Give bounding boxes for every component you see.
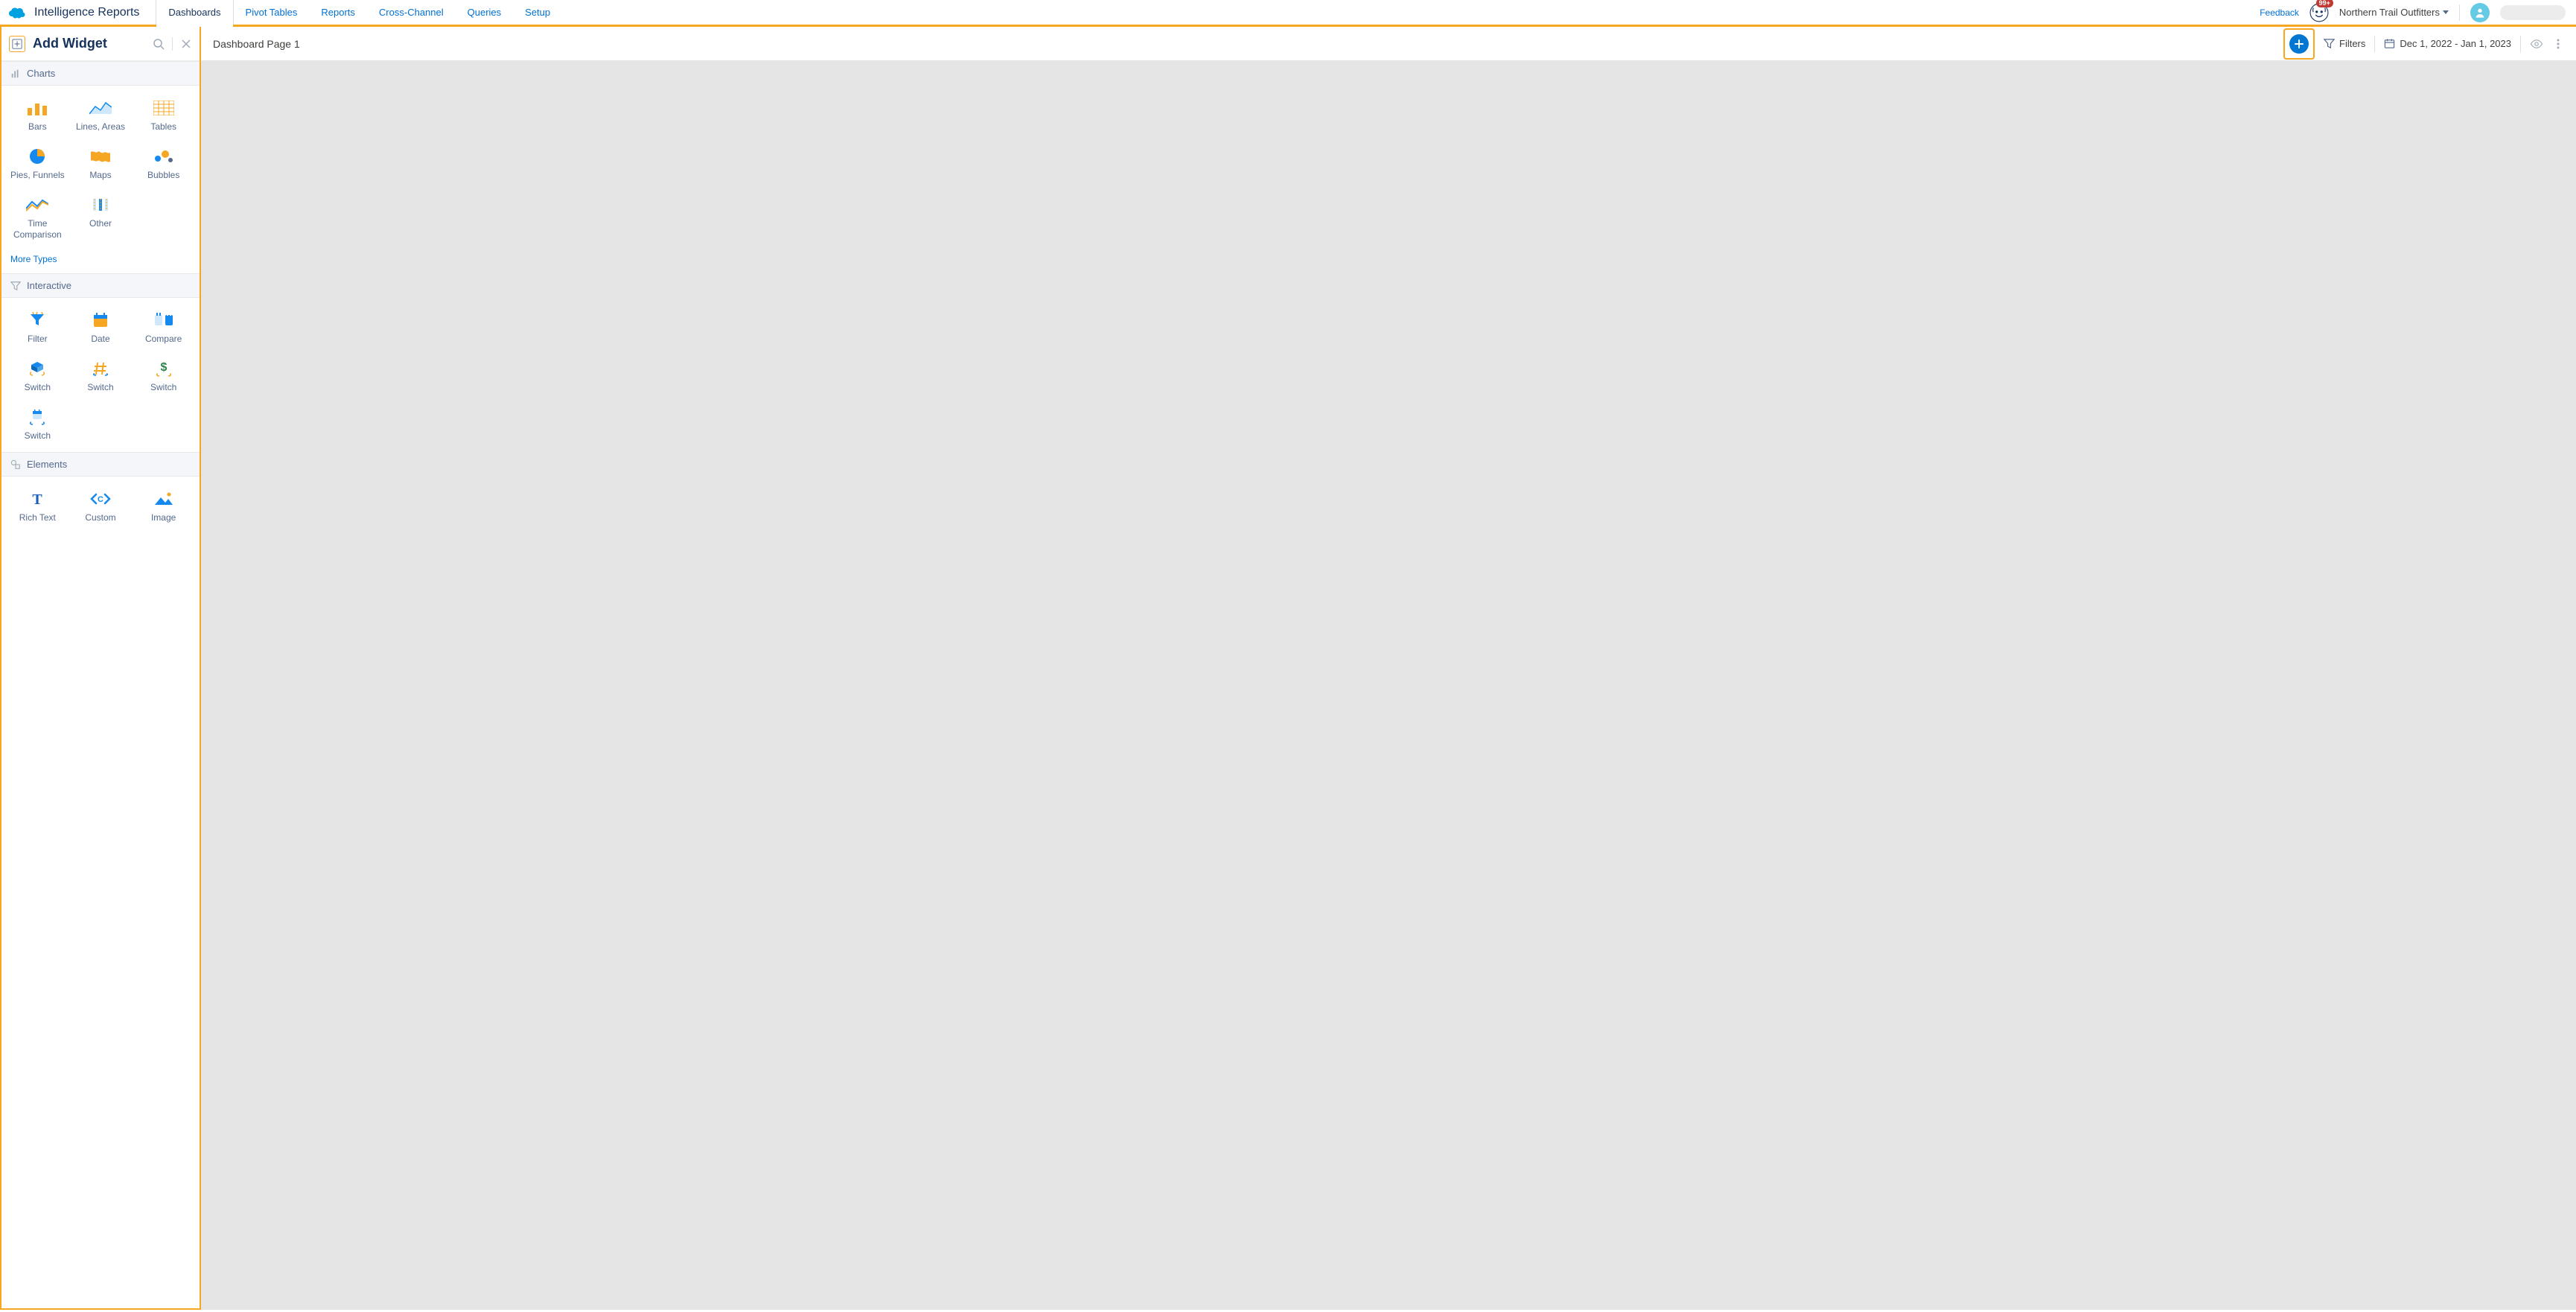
search-icon[interactable] [153,38,165,50]
filters-button[interactable]: Filters [2324,38,2365,49]
calendar-icon [92,312,109,328]
add-widget-icon [9,36,25,52]
date-range-button[interactable]: Dec 1, 2022 - Jan 1, 2023 [2384,38,2511,49]
tab-setup[interactable]: Setup [513,0,562,25]
svg-text:$: $ [160,361,167,374]
app-brand: Intelligence Reports [4,6,147,19]
calendar-icon [2384,38,2395,49]
shapes-icon [10,459,21,470]
bars-icon [26,101,48,115]
plus-icon [2294,39,2304,49]
add-widget-sidebar: Add Widget Charts Bars Lines, Areas Tabl… [0,27,201,1310]
interactive-grid: Filter Date Compare Switch Switch $ Swit… [1,298,200,452]
widget-date[interactable]: Date [69,305,133,351]
tab-cross-channel[interactable]: Cross-Channel [367,0,456,25]
pie-chart-icon [28,147,46,165]
widget-bubbles[interactable]: Bubbles [132,141,195,187]
tab-queries[interactable]: Queries [456,0,514,25]
widget-tables[interactable]: Tables [132,93,195,138]
time-compare-icon [26,197,48,212]
svg-text:C: C [98,495,103,504]
chevron-down-icon [2443,10,2449,14]
widget-switch-4[interactable]: Switch [6,402,69,448]
section-interactive[interactable]: Interactive [1,273,200,298]
canvas-toolbar: Dashboard Page 1 Filters Dec 1, 2022 - J… [201,27,2576,61]
add-page-highlight [2283,28,2315,60]
app-title: Intelligence Reports [34,6,139,19]
svg-text:T: T [33,491,43,507]
date-switch-icon [28,409,46,425]
elements-grid: T Rich Text C Custom Image [1,477,200,534]
salesforce-cloud-icon [7,6,25,19]
notification-badge: 99+ [2316,0,2333,7]
widget-other[interactable]: Other [69,190,133,246]
bubbles-icon [153,148,174,165]
dollar-switch-icon: $ [155,360,173,377]
page-title: Dashboard Page 1 [213,38,2283,50]
widget-time-comparison[interactable]: Time Comparison [6,190,69,246]
divider [2459,4,2460,21]
nav-tabs: Dashboards Pivot Tables Reports Cross-Ch… [156,0,2249,25]
dashboard-canvas[interactable] [201,61,2576,1310]
widget-switch-1[interactable]: Switch [6,354,69,399]
widget-pies-funnels[interactable]: Pies, Funnels [6,141,69,187]
sidebar-header: Add Widget [1,27,200,61]
org-switcher[interactable]: Northern Trail Outfitters [2339,7,2449,18]
user-avatar[interactable] [2470,3,2490,22]
top-nav: Intelligence Reports Dashboards Pivot Ta… [0,0,2576,27]
widget-switch-2[interactable]: Switch [69,354,133,399]
section-charts[interactable]: Charts [1,61,200,86]
widget-switch-3[interactable]: $ Switch [132,354,195,399]
nav-right: Feedback 99+ Northern Trail Outfitters [2249,3,2576,22]
filter-icon [2324,38,2335,49]
tab-dashboards[interactable]: Dashboards [156,0,233,25]
text-icon: T [29,491,45,507]
code-icon: C [90,492,111,506]
sidebar-title: Add Widget [33,36,145,51]
charts-grid: Bars Lines, Areas Tables Pies, Funnels M… [1,86,200,251]
hash-switch-icon [92,360,109,377]
cube-switch-icon [28,360,46,377]
close-icon[interactable] [180,38,192,50]
other-chart-icon [90,197,111,212]
widget-compare[interactable]: Compare [132,305,195,351]
canvas-area: Dashboard Page 1 Filters Dec 1, 2022 - J… [201,27,2576,1310]
filter-icon [10,281,21,291]
section-elements[interactable]: Elements [1,452,200,477]
notifications-button[interactable]: 99+ [2309,3,2329,22]
area-chart-icon [89,101,112,115]
more-types-link[interactable]: More Types [1,251,200,273]
widget-bars[interactable]: Bars [6,93,69,138]
map-icon [89,149,112,164]
more-icon[interactable] [2552,38,2564,50]
widget-lines-areas[interactable]: Lines, Areas [69,93,133,138]
widget-rich-text[interactable]: T Rich Text [6,484,69,529]
feedback-link[interactable]: Feedback [2260,7,2299,18]
compare-icon [154,312,173,328]
add-page-button[interactable] [2289,34,2309,54]
widget-filter[interactable]: Filter [6,305,69,351]
image-icon [154,491,173,506]
bar-chart-icon [10,69,21,79]
eye-icon[interactable] [2530,37,2543,51]
tab-pivot-tables[interactable]: Pivot Tables [234,0,310,25]
person-icon [2474,7,2486,19]
filter-widget-icon [29,312,45,328]
widget-maps[interactable]: Maps [69,141,133,187]
widget-image[interactable]: Image [132,484,195,529]
widget-custom[interactable]: C Custom [69,484,133,529]
table-icon [153,101,174,115]
tab-reports[interactable]: Reports [309,0,367,25]
user-name-pill[interactable] [2500,5,2566,20]
